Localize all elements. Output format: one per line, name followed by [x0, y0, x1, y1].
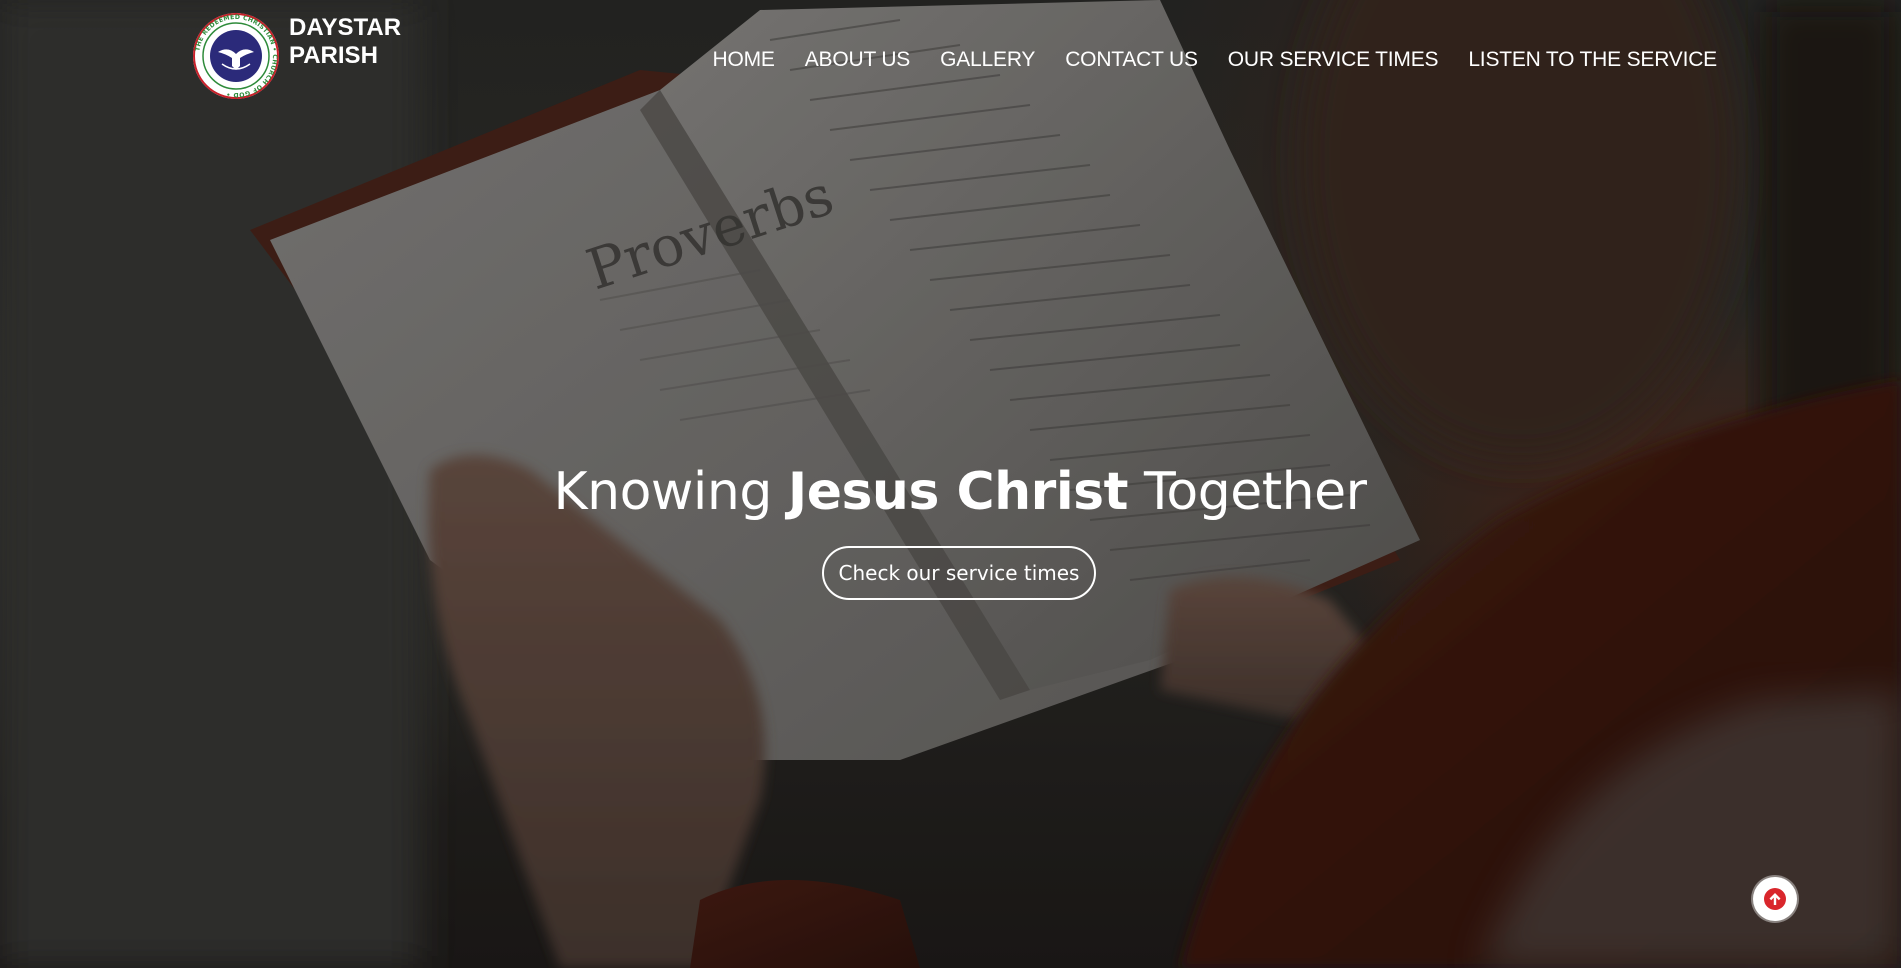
- nav-contact-us[interactable]: CONTACT US: [1065, 48, 1198, 72]
- brand-line-1: DAYSTAR: [289, 14, 402, 41]
- main-nav: HOME ABOUT US GALLERY CONTACT US OUR SER…: [713, 48, 1718, 72]
- nav-service-times[interactable]: OUR SERVICE TIMES: [1228, 48, 1439, 72]
- service-times-button[interactable]: Check our service times: [822, 546, 1096, 600]
- nav-listen-service[interactable]: LISTEN TO THE SERVICE: [1468, 48, 1717, 72]
- brand-name[interactable]: DAYSTAR PARISH: [289, 14, 401, 70]
- hero-headline: Knowing Jesus Christ Together: [0, 462, 1901, 522]
- arrow-up-circle-icon: [1764, 888, 1786, 910]
- scroll-top-button[interactable]: [1753, 877, 1797, 921]
- nav-gallery[interactable]: GALLERY: [940, 48, 1035, 72]
- hero-section: Proverbs THE REDEEMED CHRISTIAN • CHURCH…: [0, 0, 1901, 968]
- church-logo[interactable]: THE REDEEMED CHRISTIAN • CHURCH OF GOD •: [192, 12, 280, 100]
- headline-pre: Knowing: [553, 462, 788, 522]
- nav-home[interactable]: HOME: [713, 48, 775, 72]
- brand-line-2: PARISH: [289, 42, 378, 69]
- headline-strong: Jesus Christ: [787, 462, 1129, 522]
- headline-post: Together: [1127, 462, 1367, 522]
- nav-about-us[interactable]: ABOUT US: [805, 48, 911, 72]
